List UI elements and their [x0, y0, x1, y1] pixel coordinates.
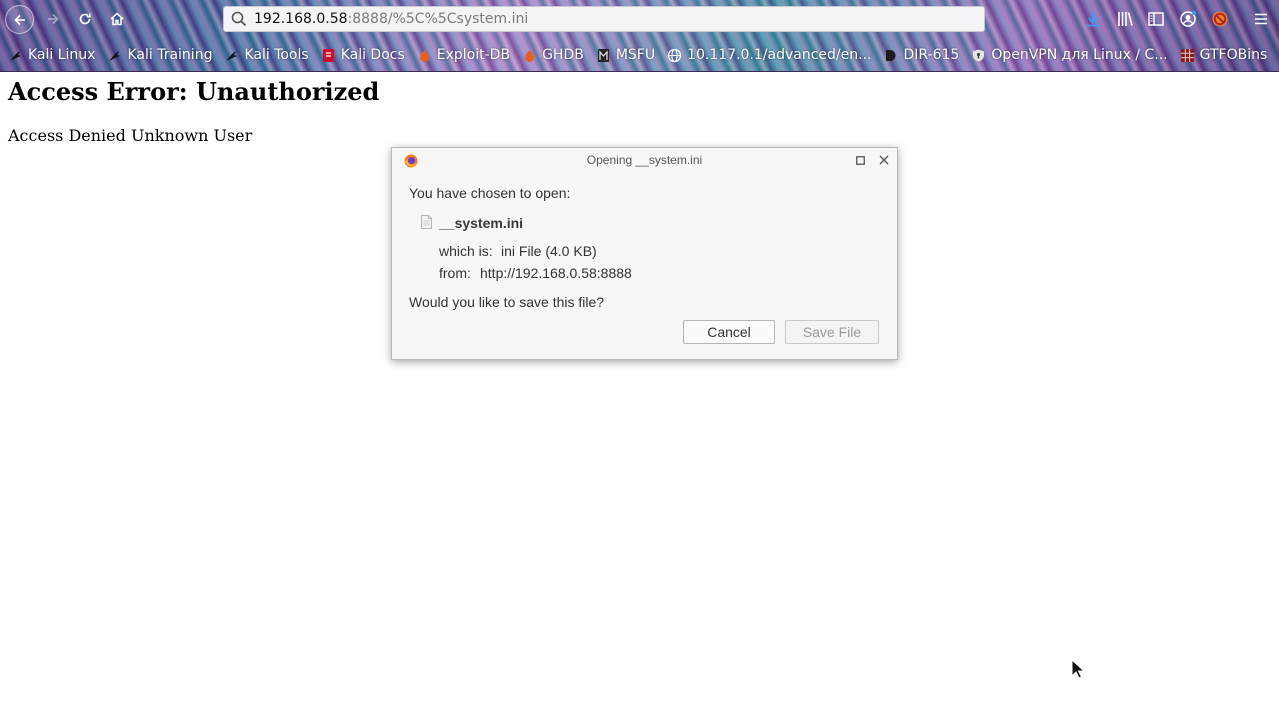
dialog-title: Opening __system.ini — [586, 153, 703, 167]
download-icon — [1087, 12, 1099, 27]
globe-icon — [667, 48, 682, 62]
ghdb-icon — [525, 49, 535, 62]
sidebar-icon — [1148, 12, 1164, 26]
main-menu-button[interactable] — [1251, 9, 1271, 29]
bookmark-label: MSFU — [615, 47, 656, 63]
addon-button[interactable] — [1210, 9, 1230, 29]
hamburger-menu-icon — [1255, 13, 1267, 25]
navigation-toolbar: 192.168.0.58:8888/%5C%5Csystem.ini — [0, 0, 1279, 38]
addon-icon — [1212, 11, 1228, 27]
library-button[interactable] — [1115, 9, 1135, 29]
bookmark-label: 10.117.0.1/advanced/en... — [687, 47, 872, 63]
bookmark-label: Kali Tools — [244, 47, 309, 63]
save-file-button[interactable]: Save File — [785, 320, 879, 344]
dialog-question: Would you like to save this file? — [409, 294, 605, 310]
kali-dragon-icon — [10, 50, 21, 61]
cancel-button[interactable]: Cancel — [683, 320, 775, 344]
open-file-dialog: Opening __system.ini You have chosen to … — [391, 147, 898, 360]
exploit-db-icon — [419, 49, 429, 62]
bookmark-router-advanced[interactable]: 10.117.0.1/advanced/en... — [667, 47, 871, 63]
close-icon[interactable] — [878, 154, 890, 166]
gtfobins-icon — [1180, 48, 1194, 62]
page-message: Access Denied Unknown User — [8, 126, 253, 145]
file-source-label: from: — [439, 265, 471, 281]
sidebar-button[interactable] — [1146, 9, 1166, 29]
kali-docs-icon — [322, 48, 334, 62]
kali-dragon-icon — [109, 50, 121, 61]
url-text[interactable]: 192.168.0.58:8888/%5C%5Csystem.ini — [254, 11, 528, 27]
bookmark-kali-training[interactable]: Kali Training — [107, 47, 212, 63]
bookmark-label: Kali Docs — [340, 47, 405, 63]
shield-icon — [973, 49, 985, 61]
dialog-titlebar[interactable]: Opening __system.ini — [392, 148, 897, 174]
bookmark-label: GHDB — [542, 47, 584, 63]
browser-chrome: 192.168.0.58:8888/%5C%5Csystem.ini Kali … — [0, 0, 1279, 72]
file-type-label: which is: — [439, 243, 493, 259]
home-icon — [110, 12, 124, 26]
account-button[interactable] — [1178, 9, 1198, 29]
downloads-button[interactable] — [1083, 9, 1103, 29]
forward-arrow-icon — [48, 13, 59, 25]
bookmark-exploit-db[interactable]: Exploit-DB — [417, 47, 510, 63]
maximize-icon[interactable] — [856, 156, 865, 165]
bookmark-openvpn[interactable]: OpenVPN для Linux / C... — [971, 47, 1168, 63]
file-source-value: http://192.168.0.58:8888 — [480, 265, 632, 281]
dialog-prompt: You have chosen to open: — [409, 185, 571, 201]
account-icon — [1180, 10, 1197, 27]
msfu-icon — [597, 48, 609, 62]
back-button[interactable] — [5, 5, 34, 34]
bookmark-label: GTFOBins — [1199, 47, 1268, 63]
kali-dragon-icon — [226, 50, 238, 61]
bookmark-label: Kali Training — [127, 47, 213, 63]
file-type-value: ini File (4.0 KB) — [501, 243, 597, 259]
bookmark-label: OpenVPN для Linux / C... — [991, 47, 1168, 63]
bookmarks-toolbar: Kali Linux Kali Training Kali Tools Kali… — [0, 42, 1279, 68]
url-host: 192.168.0.58 — [254, 11, 348, 27]
reload-icon — [79, 13, 91, 25]
bookmark-kali-docs[interactable]: Kali Docs — [321, 47, 405, 63]
library-icon — [1118, 12, 1133, 26]
file-icon — [421, 215, 432, 229]
page-heading: Access Error: Unauthorized — [8, 77, 380, 106]
search-icon — [231, 11, 247, 27]
forward-button[interactable] — [39, 5, 67, 33]
bookmark-label: Kali Linux — [28, 47, 96, 63]
address-bar[interactable]: 192.168.0.58:8888/%5C%5Csystem.ini — [223, 6, 985, 32]
bookmark-msfu[interactable]: MSFU — [596, 47, 655, 63]
dlink-icon — [886, 49, 896, 61]
bookmark-kali-linux[interactable]: Kali Linux — [8, 47, 95, 63]
bookmark-ghdb[interactable]: GHDB — [522, 47, 584, 63]
bookmark-label: Exploit-DB — [436, 47, 511, 63]
mouse-pointer-icon — [1071, 659, 1084, 679]
file-name: __system.ini — [439, 215, 524, 231]
home-button[interactable] — [103, 5, 131, 33]
url-path: :8888/%5C%5Csystem.ini — [347, 11, 529, 27]
reload-button[interactable] — [71, 5, 99, 33]
bookmark-gtfobins[interactable]: GTFOBins — [1180, 47, 1268, 63]
bookmark-dir-615[interactable]: DIR-615 — [883, 47, 959, 63]
back-arrow-icon — [13, 14, 25, 25]
bookmark-label: DIR-615 — [903, 47, 960, 63]
bookmark-kali-tools[interactable]: Kali Tools — [224, 47, 309, 63]
